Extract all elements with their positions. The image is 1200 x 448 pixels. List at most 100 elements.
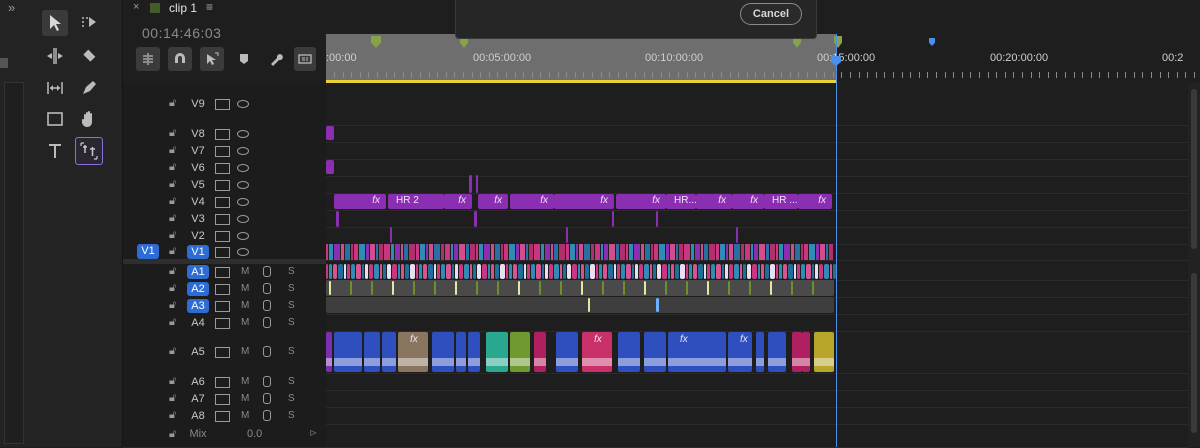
audio-clip[interactable] [686,264,688,279]
video-clip[interactable] [420,244,425,260]
video-clip[interactable] [459,244,465,260]
audio-clip[interactable] [326,280,834,296]
track-name[interactable]: V7 [187,144,209,158]
audio-clip[interactable] [711,264,715,279]
audio-track-header-a4[interactable]: 🔓︎ A4 M S [123,314,326,332]
lock-icon[interactable]: 🔓︎ [169,265,176,278]
video-clip[interactable] [469,175,472,193]
audio-clip[interactable] [602,281,604,295]
video-clip[interactable] [534,244,540,260]
pen-tool-icon[interactable] [76,75,102,101]
audio-clip[interactable] [506,264,508,279]
track-name[interactable]: A3 [187,298,209,313]
video-clip[interactable] [491,244,494,260]
audio-clip[interactable] [639,264,643,279]
panel-tab-icon[interactable] [0,58,8,68]
solo-button[interactable]: S [288,266,295,277]
lock-icon[interactable]: 🔓︎ [169,345,176,358]
audio-clip[interactable] [392,264,397,279]
voiceover-mic-icon[interactable] [263,316,271,328]
audio-clip[interactable] [338,264,343,279]
audio-clip[interactable] [585,264,589,279]
video-clip[interactable] [370,244,375,260]
audio-track-header-a2[interactable]: 🔓︎ A2 M S [123,280,326,298]
audio-clip[interactable] [747,264,751,279]
audio-clip[interactable] [437,264,440,279]
playhead-line[interactable] [836,34,837,447]
audio-clip[interactable] [518,264,523,279]
voiceover-mic-icon[interactable] [263,375,271,387]
video-clip[interactable] [401,244,403,260]
video-clip[interactable] [676,244,678,260]
audio-clip[interactable] [768,332,786,372]
voiceover-mic-icon[interactable] [263,346,271,357]
eye-icon[interactable] [237,214,249,223]
video-clip[interactable] [529,244,533,260]
video-clip[interactable] [541,244,544,260]
type-tool-icon[interactable] [42,138,68,164]
video-clip[interactable] [359,244,365,260]
video-clip[interactable] [326,160,334,174]
audio-track-header-a6[interactable]: 🔓︎ A6 M S [123,373,326,391]
video-clip[interactable] [559,244,565,260]
audio-clip[interactable] [527,264,530,279]
solo-button[interactable]: S [288,346,295,357]
lock-icon[interactable]: 🔓︎ [169,144,176,157]
video-clip[interactable] [820,244,825,260]
audio-clip[interactable] [830,264,832,279]
timeline-settings-wrench-icon[interactable] [264,47,288,71]
video-clip[interactable] [751,244,753,260]
audio-clip[interactable] [398,264,400,279]
audio-clip[interactable] [729,264,733,279]
video-track-header-v4[interactable]: 🔓︎ V4 [123,193,326,211]
video-clip[interactable] [729,244,733,260]
audio-clip[interactable] [473,264,476,279]
video-clip[interactable]: fx [334,194,386,209]
video-clip[interactable] [654,244,658,260]
video-clip[interactable] [616,244,619,260]
solo-button[interactable]: S [288,376,295,387]
eye-icon[interactable] [237,146,249,155]
track-lane[interactable] [326,210,1188,228]
audio-clip[interactable] [364,332,380,372]
video-clip[interactable] [726,244,728,260]
lock-icon[interactable]: 🔓︎ [169,127,176,140]
audio-clip[interactable] [500,264,505,279]
audio-clip[interactable] [434,281,436,295]
audio-clip[interactable] [581,264,584,279]
video-clip[interactable] [495,244,500,260]
audio-clip[interactable] [581,281,583,295]
audio-clip[interactable] [614,264,616,279]
video-clip[interactable] [484,244,490,260]
audio-clip[interactable] [518,281,520,295]
video-clip[interactable] [390,227,392,243]
audio-clip[interactable] [347,264,350,279]
lock-icon[interactable]: 🔓︎ [169,245,176,258]
track-lane[interactable] [326,83,1188,126]
lock-icon[interactable]: 🔓︎ [169,212,176,225]
video-clip[interactable]: fx [696,194,732,209]
audio-clip[interactable] [791,281,793,295]
track-lane[interactable] [326,314,1188,332]
video-clip[interactable] [404,244,408,260]
audio-clip[interactable] [556,332,578,372]
video-clip[interactable] [645,244,650,260]
captions-toggle-icon[interactable] [294,47,316,71]
track-lane[interactable] [326,373,1188,391]
audio-clip[interactable] [413,281,415,295]
rectangle-tool-icon[interactable] [42,106,68,132]
sync-lock-icon[interactable] [215,347,230,358]
caption-tool-icon[interactable] [75,137,103,165]
audio-clip[interactable]: fx [582,332,612,372]
audio-clip[interactable] [734,264,739,279]
sync-lock-icon[interactable] [215,128,230,140]
video-clip[interactable] [795,244,800,260]
track-name[interactable]: A8 [187,409,209,423]
audio-clip[interactable] [758,264,760,279]
video-clip[interactable] [545,244,550,260]
sync-lock-icon[interactable] [215,317,230,329]
video-clip[interactable] [826,244,828,260]
video-clip[interactable] [809,244,815,260]
video-clip[interactable] [601,244,603,260]
audio-clip[interactable] [783,264,787,279]
